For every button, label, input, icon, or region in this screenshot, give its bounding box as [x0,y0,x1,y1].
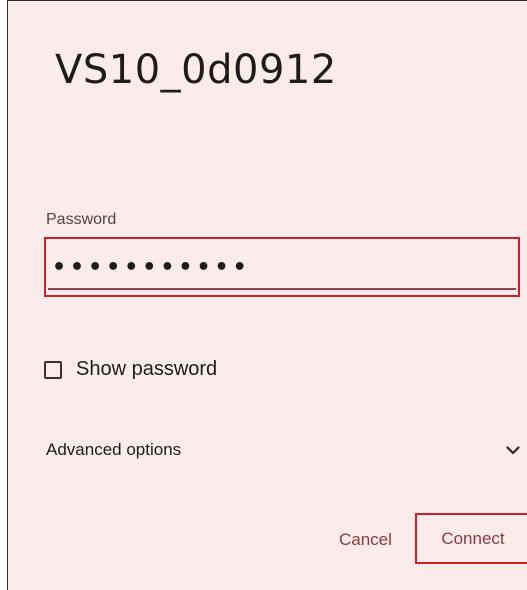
connect-button[interactable]: Connect [415,513,527,564]
password-underline [48,288,516,290]
password-value: ••••••••••• [52,255,251,280]
chevron-down-icon[interactable] [502,439,524,461]
network-name-title: VS10_0d0912 [55,47,337,93]
show-password-row[interactable]: Show password [44,358,217,381]
advanced-options-label: Advanced options [46,440,182,459]
show-password-label[interactable]: Show password [76,358,217,381]
advanced-options-toggle[interactable]: Advanced options [46,436,520,464]
wifi-connect-dialog: VS10_0d0912 Password ••••••••••• Show pa… [7,0,527,590]
password-field[interactable]: ••••••••••• [44,237,520,297]
password-label: Password [46,211,117,228]
show-password-checkbox[interactable] [44,360,62,379]
cancel-button[interactable]: Cancel [333,522,398,558]
